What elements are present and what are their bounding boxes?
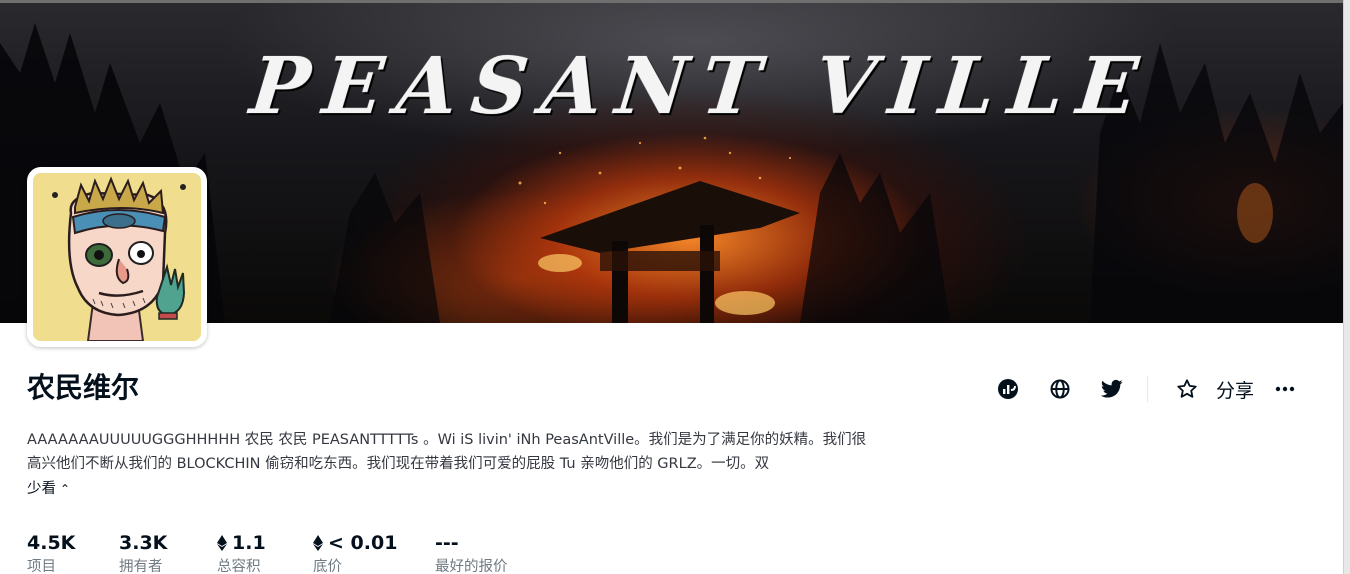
stat-label: 最好的报价	[435, 559, 508, 574]
collection-stats: 4.5K 项目 3.3K 拥有者 1.1 总容积 < 0.01 底价 --- 最…	[27, 530, 555, 574]
see-less-button[interactable]: 少看 ⌃	[27, 477, 70, 498]
ethereum-icon	[313, 535, 323, 551]
description-line: 高兴他们不断从我们的 BLOCKCHIN 偷窃和吃东西。我们现在带着我们可爱的屁…	[27, 456, 770, 472]
collection-title: 农民维尔	[27, 371, 140, 404]
stat-label: 底价	[313, 559, 342, 574]
share-button[interactable]: 分享	[1216, 376, 1254, 403]
description-line: AAAAAAAUUUUUGGGHHHHH 农民 农民 PEASANTTTTTs …	[27, 432, 867, 448]
twitter-icon[interactable]	[1097, 374, 1127, 404]
stat-value: < 0.01	[328, 532, 398, 554]
activity-icon[interactable]	[993, 374, 1023, 404]
window-scrollbar-edge	[1343, 0, 1350, 574]
collection-description: AAAAAAAUUUUUGGGHHHHH 农民 农民 PEASANTTTTTs …	[27, 428, 927, 476]
stat-value: ---	[435, 532, 459, 554]
actions-divider	[1146, 376, 1148, 402]
banner-title: PEASANT VILLE	[246, 41, 1156, 132]
collection-page: PEASANT VILLE 农民维尔 分享 AAAAAAAUUUUUGGGHHH…	[0, 0, 1350, 574]
stat-label: 拥有者	[119, 559, 163, 574]
globe-icon[interactable]	[1045, 374, 1075, 404]
stat-best-offer: --- 最好的报价	[435, 530, 555, 574]
collection-actions: 分享	[971, 372, 1300, 406]
stat-label: 总容积	[217, 559, 261, 574]
stat-items: 4.5K 项目	[27, 530, 119, 574]
stat-floor-price: < 0.01 底价	[313, 530, 435, 574]
collection-avatar	[27, 167, 207, 347]
ethereum-icon	[217, 535, 227, 551]
stat-owners: 3.3K 拥有者	[119, 530, 217, 574]
peasant-avatar-illustration	[33, 173, 201, 341]
stat-value: 3.3K	[119, 532, 168, 554]
stat-total-volume: 1.1 总容积	[217, 530, 313, 574]
stat-value: 1.1	[232, 532, 266, 554]
ellipsis-icon[interactable]	[1270, 374, 1300, 404]
stat-value: 4.5K	[27, 532, 76, 554]
chevron-up-icon: ⌃	[60, 482, 71, 496]
stat-label: 项目	[27, 559, 56, 574]
see-less-label: 少看	[27, 481, 56, 497]
star-icon[interactable]	[1172, 374, 1202, 404]
